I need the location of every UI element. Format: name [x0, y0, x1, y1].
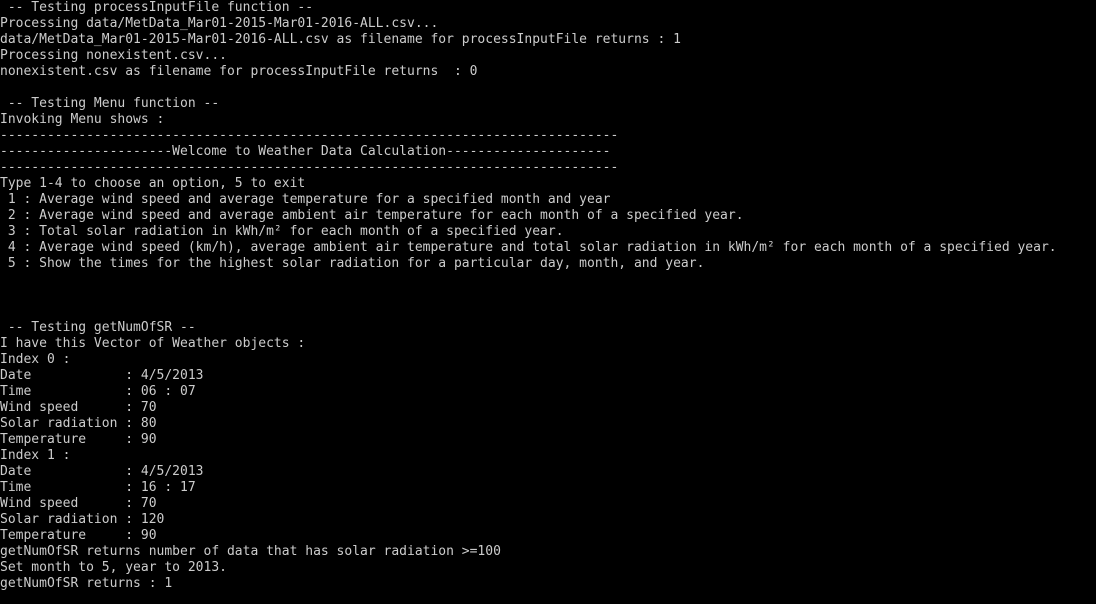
console-line: data/MetData_Mar01-2015-Mar01-2016-ALL.c… [0, 32, 681, 47]
console-line: Solar radiation : 120 [0, 512, 165, 527]
console-line: Date : 4/5/2013 [0, 464, 204, 479]
console-line: ----------------------------------------… [0, 128, 619, 143]
console-line: Processing nonexistent.csv... [0, 48, 227, 63]
console-line: getNumOfSR returns number of data that h… [0, 544, 501, 559]
console-line: Invoking Menu shows : [0, 112, 165, 127]
console-line: -- Testing processInputFile function -- [0, 0, 314, 15]
console-line: I have this Vector of Weather objects : [0, 336, 306, 351]
console-line: getNumOfSR returns : 1 [0, 576, 173, 591]
console-line: Set month to 5, year to 2013. [0, 560, 227, 575]
console-line: ----------------------Welcome to Weather… [0, 144, 611, 159]
console-window[interactable]: -- Testing processInputFile function -- … [0, 0, 1096, 604]
console-line: Date : 4/5/2013 [0, 368, 204, 383]
console-line: Index 1 : [0, 448, 71, 463]
console-line: Time : 16 : 17 [0, 480, 196, 495]
console-line: 5 : Show the times for the highest solar… [0, 256, 705, 271]
console-line: Wind speed : 70 [0, 400, 157, 415]
console-line: Type 1-4 to choose an option, 5 to exit [0, 176, 306, 191]
console-line: 3 : Total solar radiation in kWh/m² for … [0, 224, 564, 239]
console-line: Temperature : 90 [0, 528, 157, 543]
console-line: -- Testing Menu function -- [0, 96, 220, 111]
console-line: 2 : Average wind speed and average ambie… [0, 208, 744, 223]
console-line: Processing data/MetData_Mar01-2015-Mar01… [0, 16, 439, 31]
console-line: Time : 06 : 07 [0, 384, 196, 399]
console-line: Solar radiation : 80 [0, 416, 157, 431]
console-line: ----------------------------------------… [0, 160, 619, 175]
console-line: nonexistent.csv as filename for processI… [0, 64, 478, 79]
console-line: 1 : Average wind speed and average tempe… [0, 192, 611, 207]
console-line: -- Testing getNumOfSR -- [0, 320, 196, 335]
console-line: Wind speed : 70 [0, 496, 157, 511]
console-line: Temperature : 90 [0, 432, 157, 447]
console-line: 4 : Average wind speed (km/h), average a… [0, 240, 1057, 255]
console-line: Index 0 : [0, 352, 71, 367]
